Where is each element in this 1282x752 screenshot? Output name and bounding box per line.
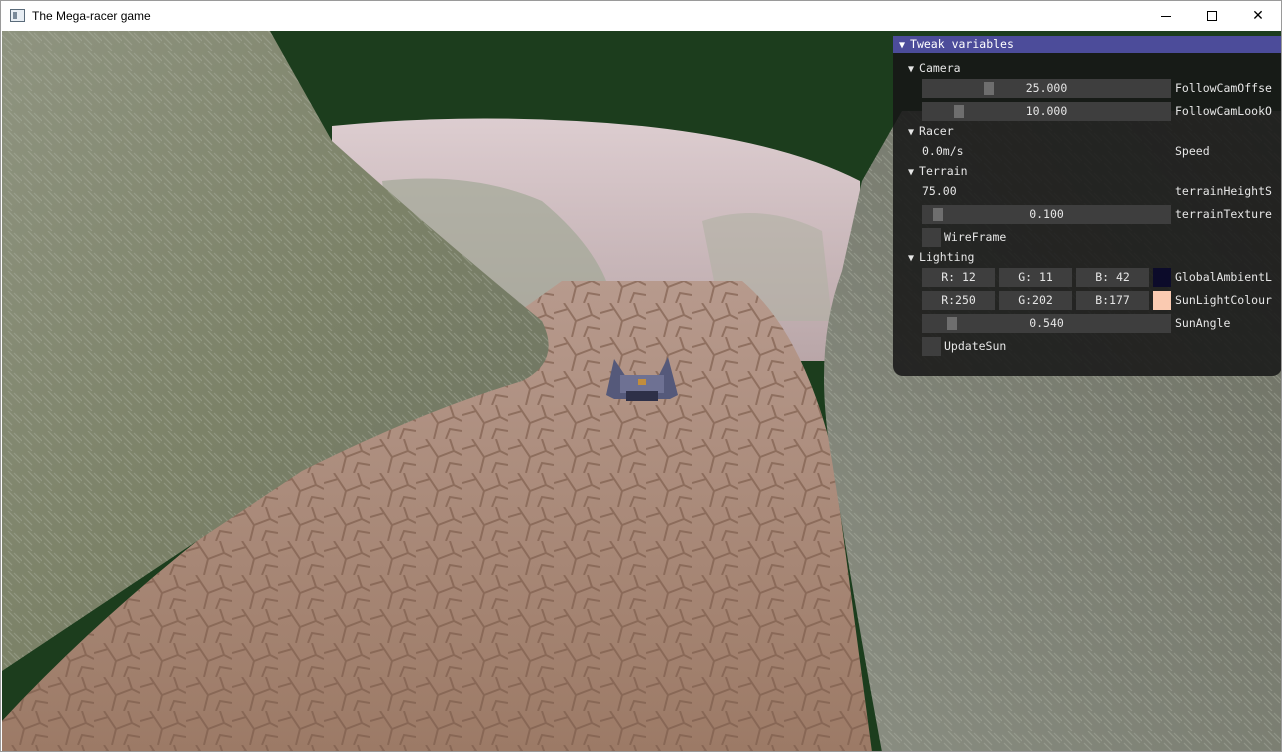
title-bar[interactable]: The Mega-racer game ✕ xyxy=(1,1,1281,31)
minimize-button[interactable] xyxy=(1143,1,1189,31)
sun-color-label: SunLightColour xyxy=(1175,293,1272,307)
follow-cam-look-row: 10.000 FollowCamLookO xyxy=(893,102,1281,121)
follow-cam-look-slider[interactable]: 10.000 xyxy=(922,102,1171,121)
minimize-icon xyxy=(1161,15,1171,17)
game-viewport[interactable]: ▼ Tweak variables ▼ Camera 25.000 FollowCa… xyxy=(2,31,1281,751)
follow-cam-look-label: FollowCamLookO xyxy=(1175,104,1272,118)
sun-color-swatch[interactable] xyxy=(1153,291,1171,310)
ambient-red-field[interactable]: R: 12 xyxy=(922,268,995,287)
sun-red-field[interactable]: R:250 xyxy=(922,291,995,310)
game-window: The Mega-racer game ✕ ▼ Tweak variables … xyxy=(0,0,1282,752)
slider-value: 25.000 xyxy=(1025,81,1068,95)
collapse-triangle-icon: ▼ xyxy=(908,253,915,264)
speed-value: 0.0m/s xyxy=(922,144,964,158)
section-lighting-label: Lighting xyxy=(919,250,975,264)
follow-cam-offset-row: 25.000 FollowCamOffse xyxy=(893,79,1281,98)
section-camera[interactable]: ▼ Camera xyxy=(908,59,961,78)
slider-value: 0.540 xyxy=(1029,316,1064,330)
terrain-texture-row: 0.100 terrainTexture xyxy=(893,205,1281,224)
wireframe-label: WireFrame xyxy=(944,230,1007,244)
update-sun-checkbox[interactable] xyxy=(922,337,941,356)
sun-angle-row: 0.540 SunAngle xyxy=(893,314,1281,333)
terrain-height-value: 75.00 xyxy=(922,184,957,198)
sun-angle-slider[interactable]: 0.540 xyxy=(922,314,1171,333)
section-lighting[interactable]: ▼ Lighting xyxy=(908,248,974,267)
tweak-panel[interactable]: ▼ Tweak variables ▼ Camera 25.000 FollowCa… xyxy=(893,36,1281,376)
section-terrain-label: Terrain xyxy=(919,164,968,178)
ambient-color-row: R: 12 G: 11 B: 42 GlobalAmbientL xyxy=(893,268,1281,287)
slider-grab[interactable] xyxy=(954,105,964,118)
collapse-triangle-icon: ▼ xyxy=(908,167,915,178)
collapse-triangle-icon: ▼ xyxy=(908,127,915,138)
collapse-triangle-icon: ▼ xyxy=(908,64,915,75)
speed-label: Speed xyxy=(1175,144,1210,158)
close-button[interactable]: ✕ xyxy=(1235,1,1281,31)
terrain-texture-slider[interactable]: 0.100 xyxy=(922,205,1171,224)
section-racer[interactable]: ▼ Racer xyxy=(908,122,954,141)
ambient-color-swatch[interactable] xyxy=(1153,268,1171,287)
collapse-triangle-icon: ▼ xyxy=(899,40,906,51)
window-title: The Mega-racer game xyxy=(32,9,151,23)
update-sun-row: UpdateSun xyxy=(893,337,1281,356)
terrain-texture-label: terrainTexture xyxy=(1175,207,1272,221)
ambient-green-field[interactable]: G: 11 xyxy=(999,268,1072,287)
terrain-height-row: 75.00 terrainHeightS xyxy=(893,182,1281,201)
follow-cam-offset-slider[interactable]: 25.000 xyxy=(922,79,1171,98)
sun-color-row: R:250 G:202 B:177 SunLightColour xyxy=(893,291,1281,310)
slider-value: 0.100 xyxy=(1029,207,1064,221)
close-icon: ✕ xyxy=(1252,8,1264,24)
tweak-panel-title: Tweak variables xyxy=(910,37,1014,51)
speed-row: 0.0m/s Speed xyxy=(893,142,1281,161)
slider-grab[interactable] xyxy=(947,317,957,330)
section-camera-label: Camera xyxy=(919,61,961,75)
follow-cam-offset-label: FollowCamOffse xyxy=(1175,81,1272,95)
ambient-blue-field[interactable]: B: 42 xyxy=(1076,268,1149,287)
section-terrain[interactable]: ▼ Terrain xyxy=(908,162,968,181)
wireframe-row: WireFrame xyxy=(893,228,1281,247)
maximize-button[interactable] xyxy=(1189,1,1235,31)
slider-grab[interactable] xyxy=(933,208,943,221)
wireframe-checkbox[interactable] xyxy=(922,228,941,247)
tweak-panel-header[interactable]: ▼ Tweak variables xyxy=(893,36,1281,53)
slider-value: 10.000 xyxy=(1025,104,1068,118)
sun-green-field[interactable]: G:202 xyxy=(999,291,1072,310)
sun-angle-label: SunAngle xyxy=(1175,316,1231,330)
terrain-height-label: terrainHeightS xyxy=(1175,184,1272,198)
section-racer-label: Racer xyxy=(919,124,954,138)
maximize-icon xyxy=(1207,11,1217,21)
update-sun-label: UpdateSun xyxy=(944,339,1007,353)
app-icon xyxy=(10,9,25,22)
ambient-color-label: GlobalAmbientL xyxy=(1175,270,1272,284)
sun-blue-field[interactable]: B:177 xyxy=(1076,291,1149,310)
slider-grab[interactable] xyxy=(984,82,994,95)
